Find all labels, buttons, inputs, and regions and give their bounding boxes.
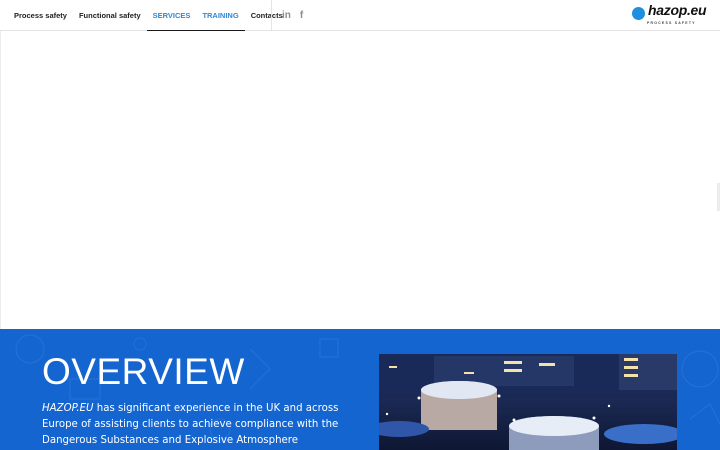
nav-divider xyxy=(271,0,272,31)
linkedin-icon[interactable]: in xyxy=(282,10,291,21)
site-logo[interactable]: hazop.eu PROCESS SAFETY xyxy=(631,2,711,28)
nav-training[interactable]: TRAINING xyxy=(196,0,245,31)
site-header: Process safety Functional safety SERVICE… xyxy=(0,0,720,31)
logo-dot-icon xyxy=(632,7,645,20)
overview-text: HAZOP.EU has significant experience in t… xyxy=(42,401,342,450)
logo-tagline: PROCESS SAFETY xyxy=(647,21,696,25)
main-nav: Process safety Functional safety SERVICE… xyxy=(8,0,289,31)
nav-services[interactable]: SERVICES xyxy=(146,0,197,31)
plant-illustration xyxy=(379,354,677,450)
social-links: in f xyxy=(282,0,303,31)
overview-title: OVERVIEW xyxy=(42,351,245,392)
nav-process-safety[interactable]: Process safety xyxy=(8,0,73,31)
overview-brand: HAZOP.EU xyxy=(42,403,94,414)
facebook-icon[interactable]: f xyxy=(300,10,303,21)
overview-section: OVERVIEW HAZOP.EU has significant experi… xyxy=(0,329,720,450)
logo-text: hazop.eu xyxy=(648,2,707,18)
nav-functional-safety[interactable]: Functional safety xyxy=(73,0,147,31)
content-area xyxy=(0,31,720,329)
industrial-plant-image xyxy=(379,354,677,450)
